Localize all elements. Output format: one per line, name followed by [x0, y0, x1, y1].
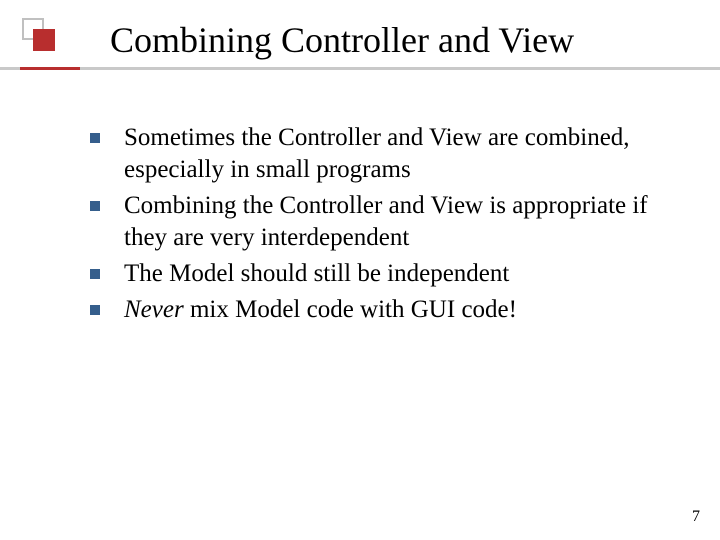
bullet-text-rest: mix Model code with GUI code!	[184, 296, 517, 323]
square-bullet-icon	[90, 305, 100, 315]
bullet-list: Sometimes the Controller and View are co…	[90, 122, 670, 326]
list-item: Never mix Model code with GUI code!	[90, 294, 670, 326]
page-number: 7	[692, 508, 700, 526]
title-underline	[0, 67, 720, 70]
list-item: Combining the Controller and View is app…	[90, 190, 670, 254]
bullet-text: Sometimes the Controller and View are co…	[124, 122, 670, 186]
slide-header: Combining Controller and View	[0, 0, 720, 70]
underline-red	[20, 67, 80, 70]
square-bullet-icon	[90, 201, 100, 211]
content-area: Sometimes the Controller and View are co…	[0, 70, 720, 326]
square-bullet-icon	[90, 269, 100, 279]
decoration-square-fill	[33, 29, 55, 51]
list-item: The Model should still be independent	[90, 258, 670, 290]
bullet-text: Combining the Controller and View is app…	[124, 190, 670, 254]
title-decoration	[22, 18, 55, 51]
bullet-text: The Model should still be independent	[124, 258, 509, 290]
slide-title: Combining Controller and View	[0, 20, 720, 61]
square-bullet-icon	[90, 133, 100, 143]
italic-word: Never	[124, 296, 184, 323]
list-item: Sometimes the Controller and View are co…	[90, 122, 670, 186]
bullet-text: Never mix Model code with GUI code!	[124, 294, 517, 326]
underline-gray	[0, 67, 720, 70]
